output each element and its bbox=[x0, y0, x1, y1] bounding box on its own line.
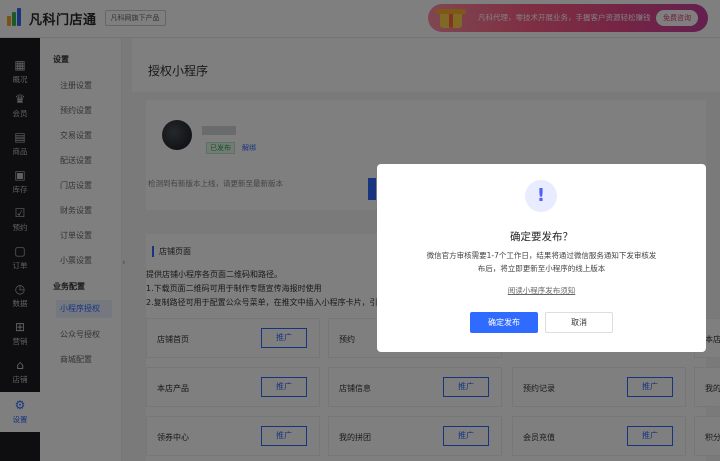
dialog-title: 确定要发布？ bbox=[510, 231, 573, 243]
exclamation-icon: ! bbox=[525, 180, 557, 212]
dialog-message: 微信官方审核需要1-7个工作日，结果将通过微信服务通知下发审核发布后，将立即更新… bbox=[426, 251, 657, 273]
cancel-button[interactable]: 取消 bbox=[545, 312, 613, 333]
confirm-publish-button[interactable]: 确定发布 bbox=[470, 312, 538, 333]
publish-notice-link[interactable]: 阅读小程序发布须知 bbox=[377, 285, 706, 296]
publish-confirm-dialog: ! 确定要发布？ 微信官方审核需要1-7个工作日，结果将通过微信服务通知下发审核… bbox=[377, 164, 706, 352]
